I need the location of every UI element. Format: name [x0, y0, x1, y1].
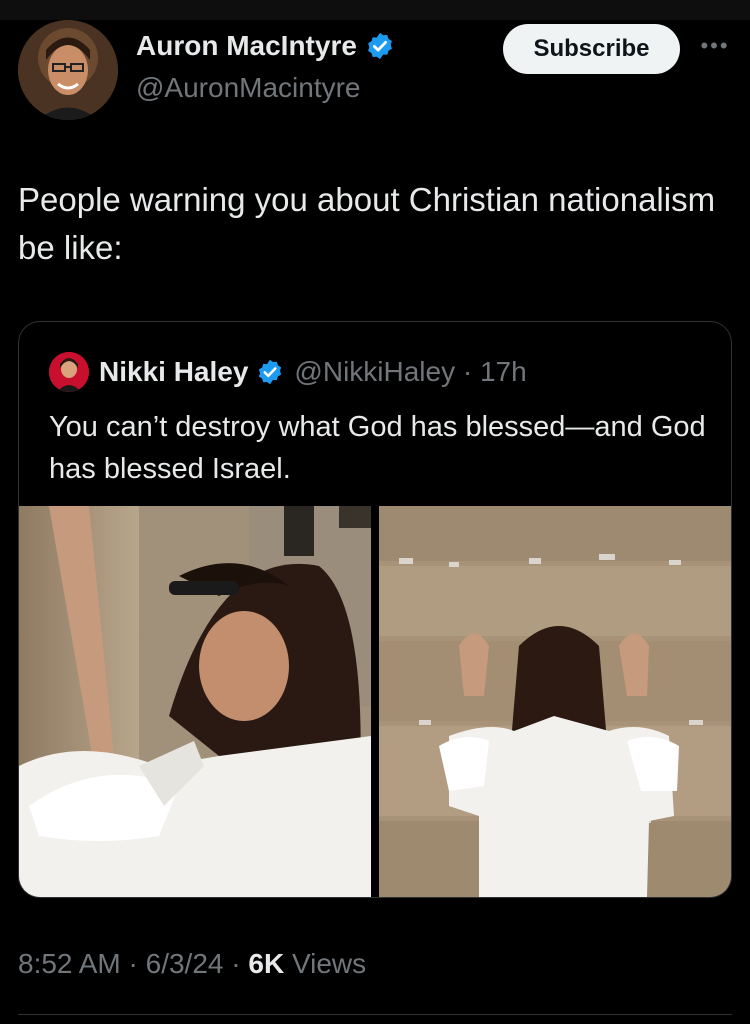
author-name[interactable]: Auron MacIntyre: [136, 30, 357, 62]
meta-separator-1: ·: [120, 948, 146, 979]
views-label: Views: [284, 948, 367, 979]
quoted-avatar[interactable]: [49, 352, 89, 392]
quoted-handle[interactable]: @NikkiHaley: [294, 356, 455, 387]
tweet-date[interactable]: 6/3/24: [146, 948, 224, 979]
tweet-meta: 8:52 AM · 6/3/24 · 6K Views: [18, 948, 366, 980]
tweet-time[interactable]: 8:52 AM: [18, 948, 121, 979]
quoted-header: Nikki Haley @NikkiHaley · 17h: [49, 352, 527, 392]
quoted-media: [19, 506, 731, 897]
verified-badge-icon: [368, 32, 392, 60]
tweet-text: People warning you about Christian natio…: [18, 181, 716, 266]
quoted-separator: ·: [462, 356, 473, 387]
quoted-meta: @NikkiHaley · 17h: [294, 356, 526, 388]
quoted-tweet[interactable]: Nikki Haley @NikkiHaley · 17h You can’t …: [18, 321, 732, 898]
quoted-photo-2[interactable]: [379, 506, 731, 897]
quoted-time[interactable]: 17h: [480, 356, 527, 387]
subscribe-button[interactable]: Subscribe: [503, 24, 680, 74]
more-options-icon[interactable]: •••: [697, 34, 733, 58]
meta-separator-2: ·: [223, 948, 249, 979]
author-name-row: Auron MacIntyre: [136, 30, 395, 62]
divider: [18, 1014, 732, 1015]
author-avatar[interactable]: [18, 20, 118, 120]
quoted-author-name[interactable]: Nikki Haley: [99, 356, 248, 388]
quoted-text: You can’t destroy what God has blessed—a…: [49, 411, 706, 485]
quoted-photo-1[interactable]: [19, 506, 371, 897]
views-count[interactable]: 6K: [248, 948, 284, 979]
author-handle[interactable]: @AuronMacintyre: [136, 72, 361, 104]
tweet-header: Auron MacIntyre @AuronMacintyre Subscrib…: [0, 0, 750, 130]
quoted-verified-badge-icon: [259, 359, 282, 385]
